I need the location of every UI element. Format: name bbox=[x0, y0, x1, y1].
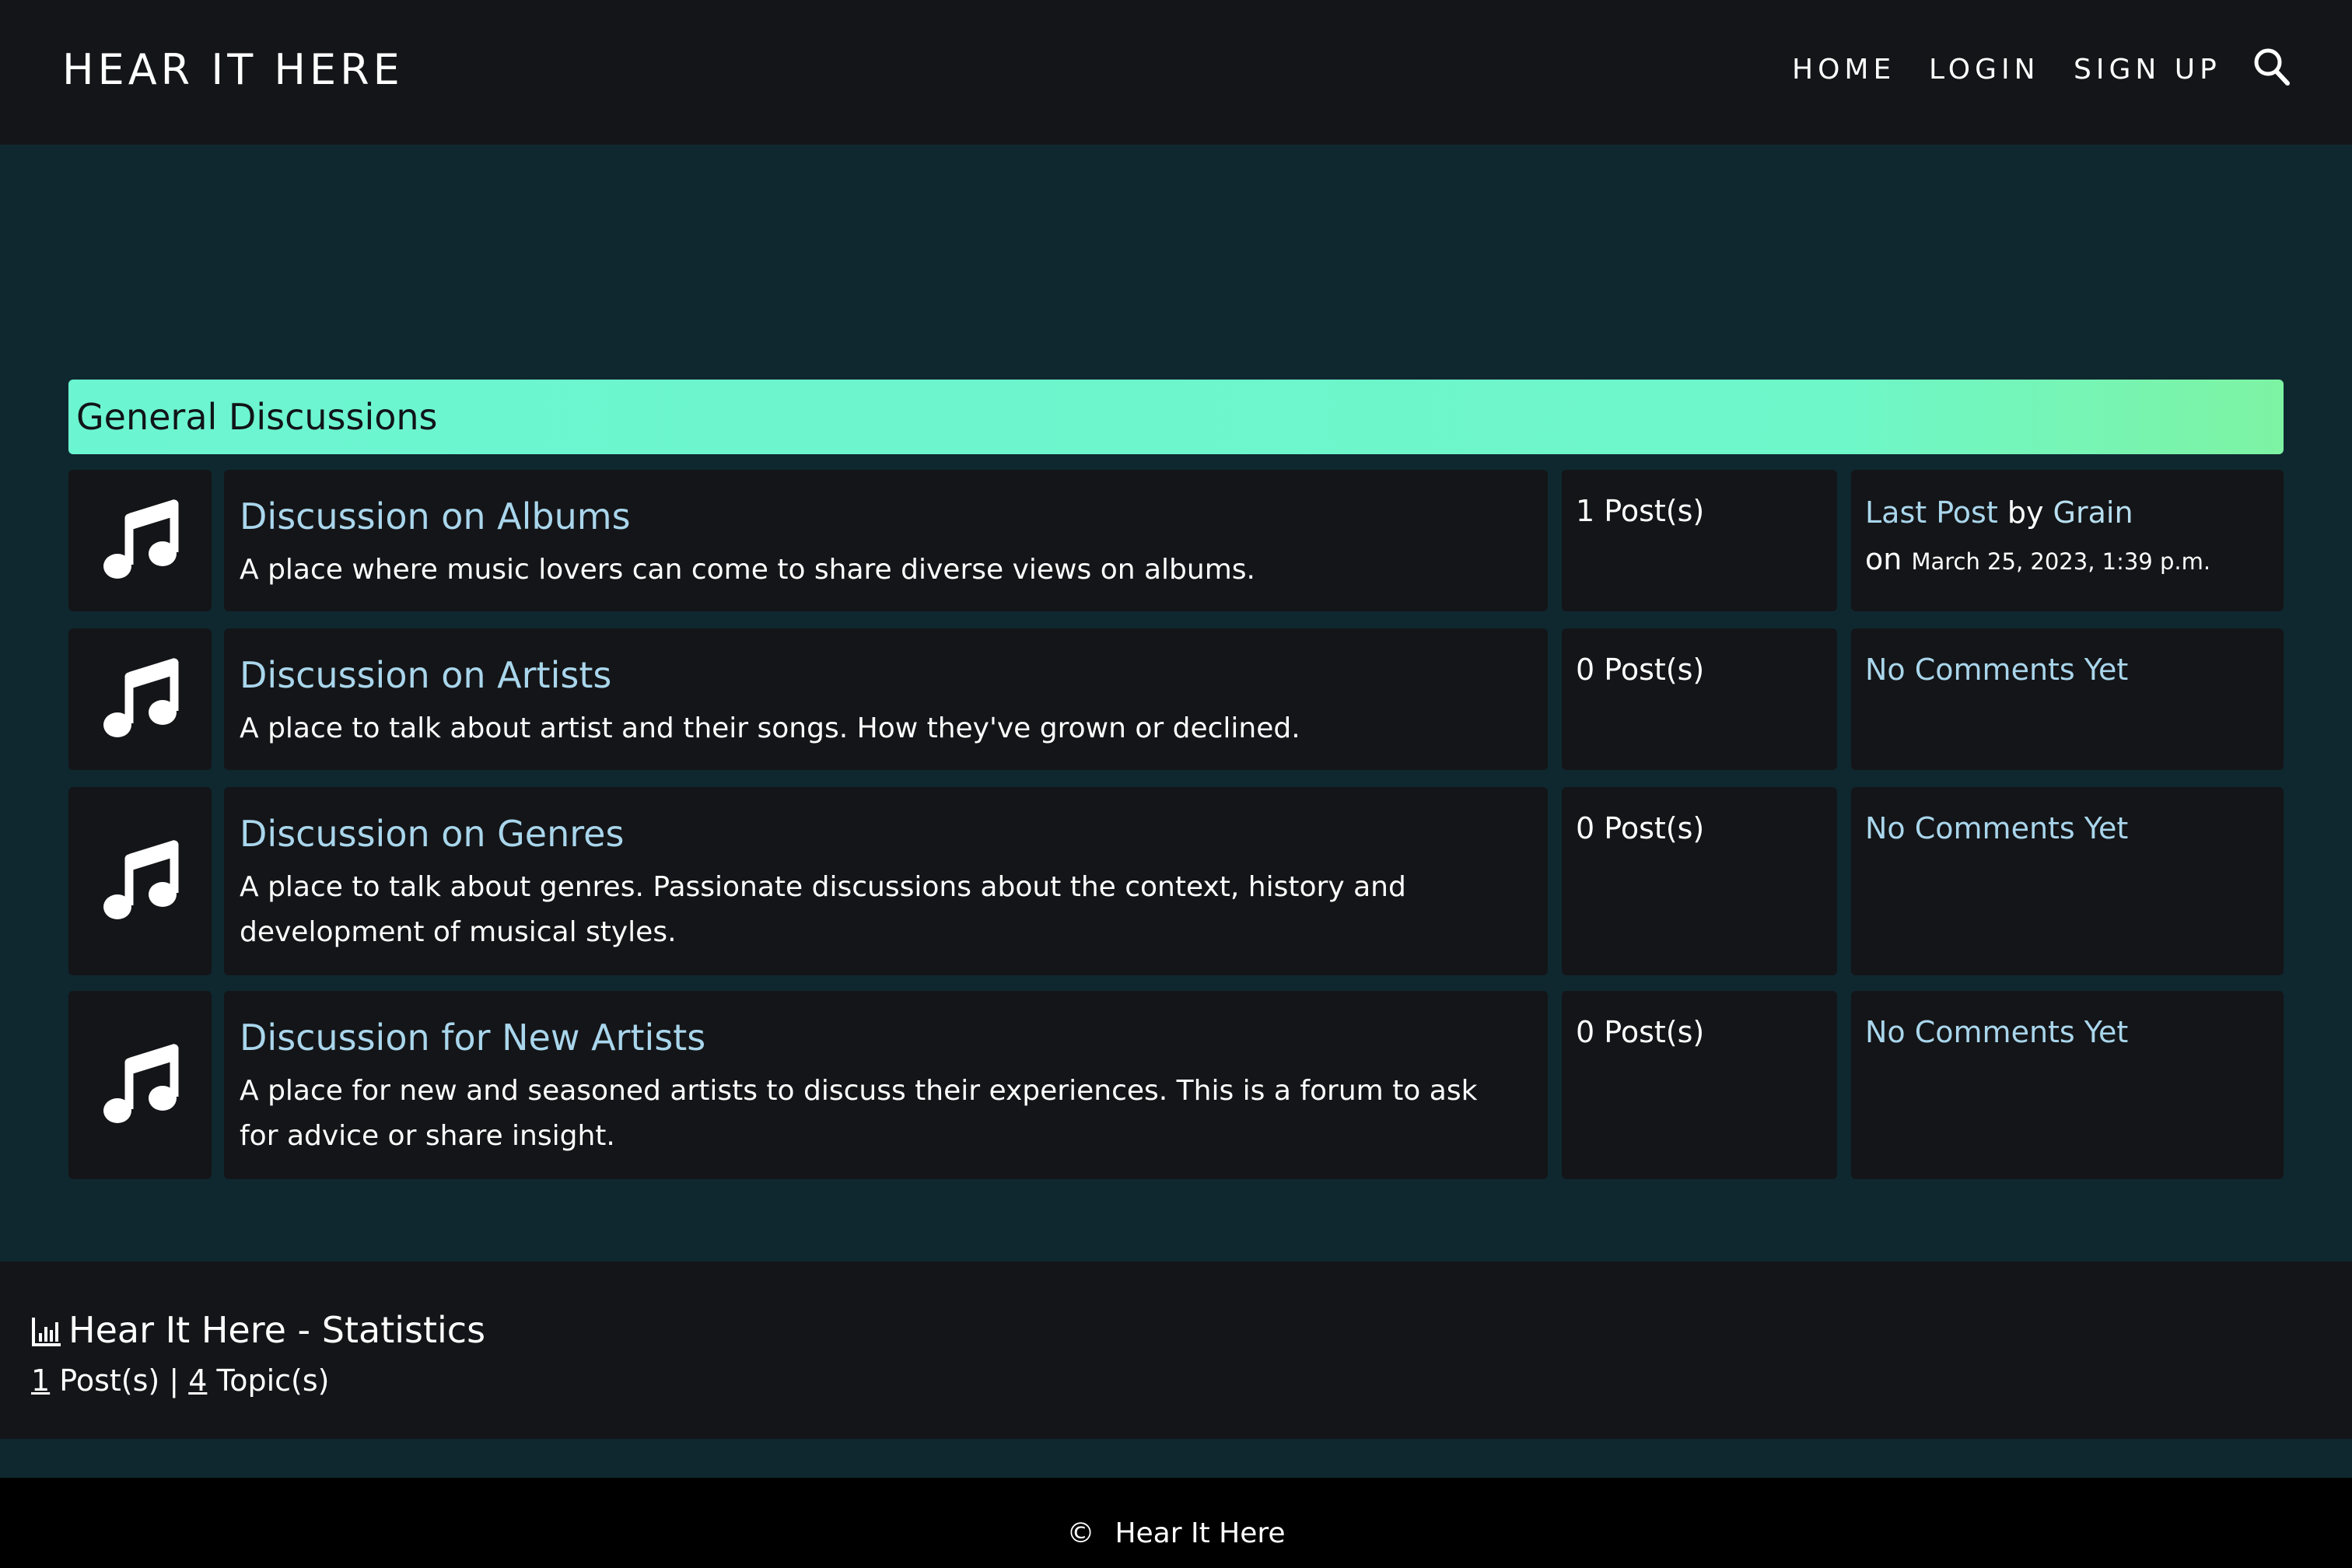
statistics-panel: Hear It Here - Statistics 1 Post(s) | 4 … bbox=[0, 1262, 2352, 1439]
no-comments-text: No Comments Yet bbox=[1865, 1015, 2129, 1049]
forum-post-count: 0 Post(s) bbox=[1576, 1015, 1705, 1049]
nav-login-link[interactable]: LOGIN bbox=[1929, 50, 2040, 90]
forum-row: Discussion on Albums A place where music… bbox=[224, 470, 1548, 611]
statistics-title-text: Hear It Here - Statistics bbox=[68, 1309, 486, 1351]
category-header: General Discussions bbox=[68, 380, 2284, 454]
bar-chart-icon bbox=[32, 1318, 61, 1346]
forum-icon-cell bbox=[68, 628, 212, 770]
footer: © Hear It Here bbox=[0, 1478, 2352, 1568]
footer-site-name: Hear It Here bbox=[1115, 1517, 1286, 1549]
music-note-icon bbox=[103, 658, 179, 737]
forum-post-count: 0 Post(s) bbox=[1576, 653, 1705, 687]
nav-home-link[interactable]: HOME bbox=[1792, 50, 1895, 90]
footer-copyright: © Hear It Here bbox=[0, 1514, 2352, 1554]
stats-separator: | bbox=[159, 1363, 189, 1398]
last-post-link[interactable]: Last Post bbox=[1865, 495, 1998, 530]
forum-title-link[interactable]: Discussion on Albums bbox=[240, 493, 631, 540]
copyright-symbol: © bbox=[1066, 1517, 1095, 1549]
top-navbar: HEAR IT HERE HOME LOGIN SIGN UP bbox=[0, 0, 2352, 145]
post-count-label: Post(s) bbox=[50, 1363, 160, 1398]
forum-title-link[interactable]: Discussion on Genres bbox=[240, 810, 624, 857]
post-count-link[interactable]: 1 bbox=[31, 1363, 50, 1398]
music-note-icon bbox=[103, 1044, 179, 1123]
forum-title-link[interactable]: Discussion on Artists bbox=[240, 652, 611, 698]
last-post-info: Last Post by Grain bbox=[1865, 492, 2133, 534]
forum-post-count: 1 Post(s) bbox=[1576, 494, 1705, 528]
search-button[interactable] bbox=[2252, 47, 2291, 87]
forum-description: A place for new and seasoned artists to … bbox=[240, 1075, 1478, 1152]
search-icon bbox=[2254, 48, 2290, 86]
forum-row: Discussion on Artists A place to talk ab… bbox=[224, 628, 1548, 770]
forum-description: A place to talk about artist and their s… bbox=[240, 712, 1300, 744]
forum-last-post-cell: No Comments Yet bbox=[1851, 787, 2284, 975]
music-note-icon bbox=[103, 499, 179, 579]
topic-count-label: Topic(s) bbox=[207, 1363, 330, 1398]
forum-icon-cell bbox=[68, 991, 212, 1179]
forum-post-count-cell: 1 Post(s) bbox=[1562, 470, 1837, 611]
forum-row: Discussion for New Artists A place for n… bbox=[224, 991, 1548, 1179]
category-title: General Discussions bbox=[76, 396, 438, 438]
forum-description: A place to talk about genres. Passionate… bbox=[240, 871, 1406, 948]
forum-post-count-cell: 0 Post(s) bbox=[1562, 991, 1837, 1179]
statistics-title: Hear It Here - Statistics bbox=[31, 1307, 485, 1353]
forum-icon-cell bbox=[68, 787, 212, 975]
forum-last-post-cell: Last Post by Grain on March 25, 2023, 1:… bbox=[1851, 470, 2284, 611]
forum-icon-cell bbox=[68, 470, 212, 611]
forum-title-link[interactable]: Discussion for New Artists bbox=[240, 1014, 705, 1061]
forum-last-post-cell: No Comments Yet bbox=[1851, 991, 2284, 1179]
last-post-author-link[interactable]: Grain bbox=[2053, 495, 2133, 530]
last-post-date: March 25, 2023, 1:39 p.m. bbox=[1911, 548, 2211, 575]
forum-post-count-cell: 0 Post(s) bbox=[1562, 787, 1837, 975]
no-comments-text: No Comments Yet bbox=[1865, 811, 2129, 845]
forum-row: Discussion on Genres A place to talk abo… bbox=[224, 787, 1548, 975]
music-note-icon bbox=[103, 840, 179, 919]
forum-post-count-cell: 0 Post(s) bbox=[1562, 628, 1837, 770]
forum-last-post-cell: No Comments Yet bbox=[1851, 628, 2284, 770]
last-post-by-label: by bbox=[2007, 495, 2044, 530]
last-post-date-line: on March 25, 2023, 1:39 p.m. bbox=[1865, 538, 2210, 583]
topic-count-link[interactable]: 4 bbox=[188, 1363, 207, 1398]
no-comments-text: No Comments Yet bbox=[1865, 653, 2129, 687]
forum-post-count: 0 Post(s) bbox=[1576, 811, 1705, 845]
forum-description: A place where music lovers can come to s… bbox=[240, 554, 1255, 586]
statistics-counts: 1 Post(s) | 4 Topic(s) bbox=[31, 1360, 330, 1402]
nav-signup-link[interactable]: SIGN UP bbox=[2074, 50, 2221, 90]
brand-logo[interactable]: HEAR IT HERE bbox=[62, 42, 404, 98]
last-post-on-label: on bbox=[1865, 542, 1902, 576]
